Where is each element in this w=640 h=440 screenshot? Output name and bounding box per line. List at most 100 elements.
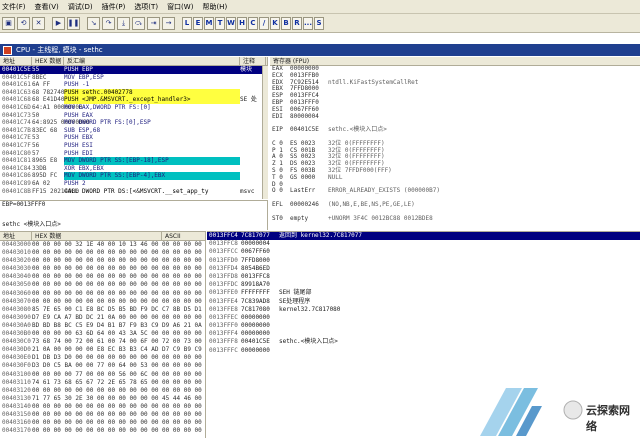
dump-row[interactable]: 004030E0 D1 DB D3 D0 00 00 00 00 00 00 00…: [0, 354, 205, 362]
disasm-row[interactable]: 00401C5F 8BEC MOV EBP,ESP: [0, 74, 267, 82]
dump-row[interactable]: 004030A0 BD BD B8 BC C5 E9 D4 B1 B7 F9 B3…: [0, 322, 205, 330]
register-value[interactable]: 80000004: [290, 113, 328, 121]
toolbar-letter-2[interactable]: M: [204, 16, 214, 30]
disasm-row[interactable]: 00401C80 57 PUSH EDI: [0, 150, 267, 158]
registers-pane[interactable]: 寄存器 (FPU) EAX 00000000 ECX 0013FFB0 EDX 7C92E…: [270, 57, 640, 232]
dump-row[interactable]: 00403120 00 00 00 00 00 00 00 00 00 00 00…: [0, 387, 205, 395]
col-address[interactable]: 地址: [0, 57, 32, 66]
stack-list[interactable]: 0013FFC4 7C817077 返回到 kernel32.7C817077 001…: [207, 232, 640, 355]
toolbar-letter-10[interactable]: R: [292, 16, 302, 30]
dump-col-ascii[interactable]: ASCII: [162, 232, 202, 241]
register-row[interactable]: D 0: [270, 181, 640, 189]
stack-row[interactable]: 0013FFD0 7FFD8000: [207, 257, 640, 265]
disasm-row[interactable]: 00401C68 68 E41D4000 PUSH <JMP.&MSVCRT._ex…: [0, 96, 267, 104]
trace-over-button[interactable]: ⤼: [132, 16, 145, 30]
toolbar-letter-11[interactable]: ...: [303, 16, 313, 30]
disassembly-pane[interactable]: 地址 HEX 数据 反汇编 注释 00401C5E 55 PUSH EBP 模块 004…: [0, 57, 268, 199]
stack-row[interactable]: 0013FFF0 00000000: [207, 322, 640, 330]
go-to-button[interactable]: →: [162, 16, 175, 30]
dump-pane[interactable]: 地址 HEX 数据 ASCII 00403000 00 00 00 00 32 1…: [0, 231, 206, 438]
register-row[interactable]: EFL 00000246 (NO,NB,E,BE,NS,PE,GE,LE): [270, 201, 640, 209]
step-into-button[interactable]: ↘: [87, 16, 100, 30]
register-row[interactable]: C 0 ES 0023 32位 0(FFFFFFFF): [270, 140, 640, 148]
disasm-row[interactable]: 00401C74 64:8925 00000000 MOV DWORD PTR FS…: [0, 119, 267, 127]
dump-row[interactable]: 00403150 00 00 00 00 00 00 00 00 00 00 00…: [0, 411, 205, 419]
menu-item-4[interactable]: 选项(T): [134, 2, 158, 12]
toolbar-letter-9[interactable]: B: [281, 16, 291, 30]
disasm-row[interactable]: 00401C84 33DB XOR EBX,EBX: [0, 165, 267, 173]
stack-row[interactable]: 0013FFE4 7C839AD8 SE处理程序: [207, 298, 640, 306]
register-value[interactable]: 00000246: [290, 201, 328, 209]
register-row[interactable]: [270, 195, 640, 202]
toolbar-letter-7[interactable]: /: [259, 16, 269, 30]
dump-row[interactable]: 004030F0 D3 D0 C5 BA 00 00 77 00 64 00 53…: [0, 362, 205, 370]
cpu-window-titlebar[interactable]: CPU - 主线程, 模块 - sethc: [0, 44, 640, 56]
dump-row[interactable]: 00403010 00 00 00 00 00 00 00 00 00 00 00…: [0, 249, 205, 257]
dump-list[interactable]: 00403000 00 00 00 00 32 1E 40 00 10 13 46…: [0, 241, 205, 435]
dump-row[interactable]: 00403140 00 00 00 00 00 00 00 00 00 00 00…: [0, 403, 205, 411]
dump-row[interactable]: 00403030 00 00 00 00 00 00 00 00 00 00 00…: [0, 265, 205, 273]
disasm-row[interactable]: 00401C81 8965 E8 MOV DWORD PTR SS:[EBP-18]…: [0, 157, 267, 165]
dump-row[interactable]: 00403070 00 00 00 00 00 00 00 00 00 00 00…: [0, 298, 205, 306]
dump-row[interactable]: 00403170 00 00 00 00 00 00 00 00 00 00 00…: [0, 427, 205, 435]
register-row[interactable]: A 0 SS 0023 32位 0(FFFFFFFF): [270, 154, 640, 161]
menu-item-0[interactable]: 文件(F): [2, 2, 26, 12]
dump-row[interactable]: 00403000 00 00 00 00 32 1E 40 00 10 13 46…: [0, 241, 205, 249]
dump-row[interactable]: 00403160 00 00 00 00 00 00 00 00 00 00 00…: [0, 419, 205, 427]
register-row[interactable]: O 0 LastErr ERROR_ALREADY_EXISTS (000000B7…: [270, 188, 640, 195]
dump-col-hex[interactable]: HEX 数据: [32, 232, 162, 241]
register-row[interactable]: EDI 80000004: [270, 113, 640, 121]
toolbar-letter-12[interactable]: S: [314, 16, 324, 30]
open-button[interactable]: ▣: [2, 16, 15, 30]
disasm-row[interactable]: 00401C7E 53 PUSH EBX: [0, 134, 267, 142]
stack-row[interactable]: 0013FFF4 00000000: [207, 330, 640, 338]
disassembly-list[interactable]: 00401C5E 55 PUSH EBP 模块 00401C5F 8BEC MOV EBP,…: [0, 66, 267, 195]
disasm-row[interactable]: 00401C5E 55 PUSH EBP 模块: [0, 66, 267, 74]
register-row[interactable]: [270, 209, 640, 216]
pause-button[interactable]: ❚❚: [67, 16, 80, 30]
trace-into-button[interactable]: ⤓: [117, 16, 130, 30]
disasm-row[interactable]: 00401C89 6A 02 PUSH 2: [0, 180, 267, 188]
toolbar-letter-3[interactable]: T: [215, 16, 225, 30]
col-comment[interactable]: 注释: [240, 57, 266, 66]
dump-row[interactable]: 00403110 74 61 73 68 65 67 72 2E 65 78 65…: [0, 379, 205, 387]
dump-row[interactable]: 00403020 00 00 00 00 00 00 00 00 00 00 00…: [0, 257, 205, 265]
stack-row[interactable]: 0013FFC8 00000004: [207, 240, 640, 248]
toolbar-letter-5[interactable]: H: [237, 16, 247, 30]
toolbar-letter-6[interactable]: C: [248, 16, 258, 30]
menu-item-6[interactable]: 帮助(H): [202, 2, 227, 12]
disasm-row[interactable]: 00401C86 895D FC MOV DWORD PTR SS:[EBP-4],…: [0, 172, 267, 180]
register-value[interactable]: 00401C5E: [290, 126, 328, 134]
menu-item-1[interactable]: 查看(V): [35, 2, 59, 12]
register-row[interactable]: S 0 FS 003B 32位 7FFDF000(FFF): [270, 167, 640, 175]
dump-row[interactable]: 00403050 00 00 00 00 00 00 00 00 00 00 00…: [0, 281, 205, 289]
stack-row[interactable]: 0013FFEC 00000000: [207, 314, 640, 322]
dump-row[interactable]: 00403040 00 00 00 00 00 00 00 00 00 00 00…: [0, 273, 205, 281]
register-row[interactable]: EDX 7C92E514 ntdll.KiFastSystemCallRet: [270, 79, 640, 87]
col-disassembly[interactable]: 反汇编: [64, 57, 240, 66]
stack-row[interactable]: 0013FFC4 7C817077 返回到 kernel32.7C817077: [207, 232, 640, 241]
register-row[interactable]: ECX 0013FFB0: [270, 72, 640, 80]
disasm-row[interactable]: 00401C7B 83EC 68 SUB ESP,68: [0, 127, 267, 135]
stack-row[interactable]: 0013FFFC 00000000: [207, 347, 640, 355]
dump-row[interactable]: 00403060 00 00 00 00 00 00 00 00 00 00 00…: [0, 290, 205, 298]
toolbar-letter-4[interactable]: W: [226, 16, 236, 30]
register-row[interactable]: ST0 empty +UNORM 3F4C 0012BC88 0012BDE8: [270, 215, 640, 223]
stack-row[interactable]: 0013FFE0 FFFFFFFF SEH 链尾部: [207, 289, 640, 297]
disasm-row[interactable]: 00401C8B FF15 20214000 CALL DWORD PTR DS:[…: [0, 188, 267, 196]
register-value[interactable]: GS 0000: [290, 174, 328, 182]
stack-row[interactable]: 0013FFE8 7C817080 kernel32.7C817080: [207, 306, 640, 314]
play-button[interactable]: ▶: [52, 16, 65, 30]
restart-button[interactable]: ⟲: [17, 16, 30, 30]
step-over-button[interactable]: ↷: [102, 16, 115, 30]
disasm-row[interactable]: 00401C73 50 PUSH EAX: [0, 112, 267, 120]
menu-item-5[interactable]: 窗口(W): [167, 2, 193, 12]
stack-row[interactable]: 0013FFDC 89918A70: [207, 281, 640, 289]
close-button[interactable]: ✕: [32, 16, 45, 30]
disasm-row[interactable]: 00401C7F 56 PUSH ESI: [0, 142, 267, 150]
toolbar-letter-8[interactable]: K: [270, 16, 280, 30]
menu-item-2[interactable]: 调试(D): [68, 2, 93, 12]
dump-row[interactable]: 004030C0 73 68 74 00 72 00 61 00 74 00 6F…: [0, 338, 205, 346]
register-value[interactable]: LastErr: [290, 188, 328, 195]
stack-row[interactable]: 0013FFF8 00401C5E sethc.<模块入口点>: [207, 338, 640, 346]
